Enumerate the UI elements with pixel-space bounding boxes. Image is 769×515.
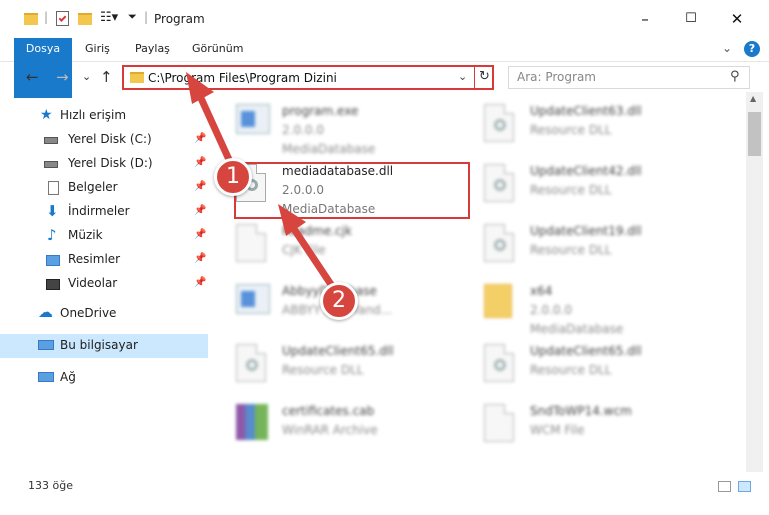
arrow-2 (278, 204, 340, 296)
step-1-badge: 1 (214, 158, 252, 196)
annotation-overlay (186, 72, 340, 296)
step-2-badge: 2 (320, 282, 358, 320)
